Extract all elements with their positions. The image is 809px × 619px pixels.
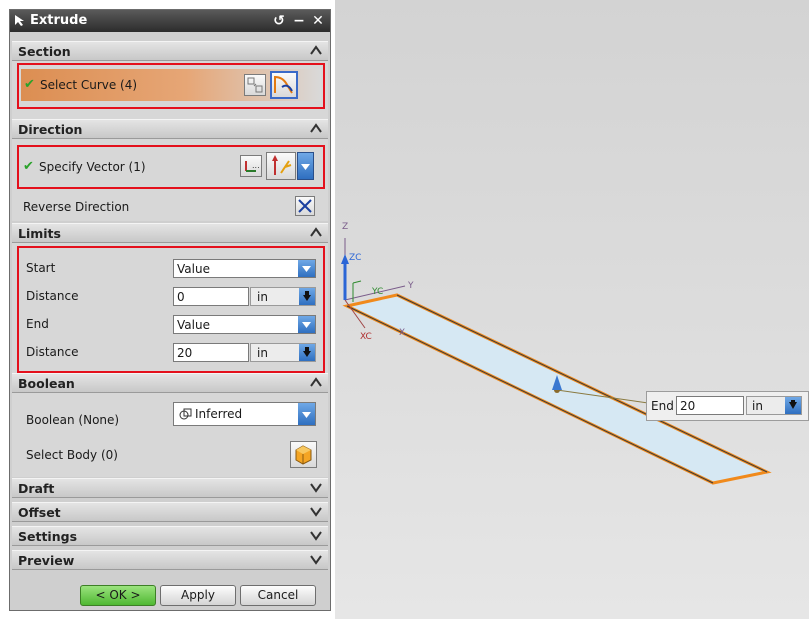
vector-dialog-button[interactable]: ... <box>240 155 262 177</box>
boolean-group-body: Boolean (None) Inferred Select Body (0) <box>12 393 328 477</box>
sketch-section-button[interactable] <box>244 74 266 96</box>
chevron-down-icon <box>298 260 315 277</box>
end-handle-input[interactable]: 20 <box>676 396 744 415</box>
end-handle-panel: End 20 in <box>646 391 809 421</box>
end-handle-unit[interactable]: in <box>746 396 802 415</box>
chevron-down-icon <box>310 531 322 541</box>
sketch-icon <box>247 77 263 93</box>
triad-xc-label: XC <box>360 332 372 342</box>
select-curve-label: Select Curve (4) <box>40 78 138 92</box>
select-body-button[interactable] <box>290 441 317 468</box>
start-distance-unit[interactable]: in <box>250 287 316 306</box>
triad-zc-label: ZC <box>349 253 362 263</box>
curve-rule-button[interactable] <box>270 71 298 99</box>
triad-z-label: Z <box>342 222 349 232</box>
solid-body-icon <box>295 445 312 465</box>
minimize-icon[interactable]: − <box>290 12 308 30</box>
chevron-down-icon <box>298 403 315 425</box>
cancel-button[interactable]: Cancel <box>240 585 316 606</box>
ok-button[interactable]: < OK > <box>80 585 156 606</box>
svg-text:...: ... <box>252 161 260 170</box>
boolean-select[interactable]: Inferred <box>173 402 316 426</box>
settings-group-header[interactable]: Settings <box>12 526 328 546</box>
section-group-body: ✔ Select Curve (4) <box>12 61 328 121</box>
inferred-boolean-icon <box>178 407 192 421</box>
inferred-vector-button[interactable] <box>266 152 296 180</box>
section-group-header[interactable]: Section <box>12 41 328 61</box>
chevron-down-icon <box>310 555 322 565</box>
triad-yc-label: YC <box>372 287 384 297</box>
triad-x-label: X <box>399 328 406 338</box>
chevron-up-icon <box>310 227 322 237</box>
dialog-titlebar[interactable]: Extrude ↺ − ✕ <box>10 10 330 32</box>
dialog-title: Extrude <box>30 13 88 28</box>
end-select[interactable]: Value <box>173 315 316 334</box>
down-arrow-icon <box>785 397 801 414</box>
draft-group-header[interactable]: Draft <box>12 478 328 498</box>
end-distance-unit[interactable]: in <box>250 343 316 362</box>
check-icon: ✔ <box>23 159 34 174</box>
extrude-dialog: Extrude ↺ − ✕ Section ✔ Select Curve (4)… <box>9 9 331 611</box>
end-label: End <box>26 317 49 331</box>
chevron-down-icon <box>310 483 322 493</box>
specify-vector-label[interactable]: Specify Vector (1) <box>39 160 146 174</box>
chevron-down-icon <box>310 507 322 517</box>
direction-group-header[interactable]: Direction <box>12 119 328 139</box>
end-distance-label: Distance <box>26 345 79 359</box>
chevron-down-icon <box>298 316 315 333</box>
preview-group-header[interactable]: Preview <box>12 550 328 570</box>
start-select[interactable]: Value <box>173 259 316 278</box>
limits-group-header[interactable]: Limits <box>12 223 328 243</box>
start-distance-input[interactable]: 0 <box>173 287 249 306</box>
chevron-up-icon <box>310 123 322 133</box>
reset-icon[interactable]: ↺ <box>270 12 288 30</box>
model-canvas <box>341 238 772 485</box>
cursor-icon <box>15 15 24 26</box>
reverse-direction-button[interactable] <box>295 196 315 216</box>
select-body-label: Select Body (0) <box>26 448 118 462</box>
boolean-group-header[interactable]: Boolean <box>12 373 328 393</box>
offset-group-header[interactable]: Offset <box>12 502 328 522</box>
vector-dialog-icon: ... <box>245 161 260 172</box>
select-curve-row[interactable]: ✔ Select Curve (4) <box>21 69 321 101</box>
curve-icon <box>274 75 293 94</box>
boolean-label: Boolean (None) <box>26 413 120 427</box>
triad-y-label: Y <box>408 281 414 291</box>
inferred-vector-icon <box>272 155 292 175</box>
end-handle-label: End <box>651 399 674 413</box>
apply-button[interactable]: Apply <box>160 585 236 606</box>
vector-type-dropdown[interactable] <box>297 152 314 180</box>
down-arrow-icon <box>299 288 315 305</box>
start-label: Start <box>26 261 56 275</box>
check-icon: ✔ <box>24 77 35 92</box>
chevron-down-icon <box>301 164 310 170</box>
close-icon[interactable]: ✕ <box>309 12 327 30</box>
down-arrow-icon <box>299 344 315 361</box>
chevron-up-icon <box>310 377 322 387</box>
reverse-direction-icon <box>298 199 312 213</box>
direction-group-body: ✔ Specify Vector (1) ... Reverse Directi… <box>12 139 328 221</box>
reverse-direction-label: Reverse Direction <box>23 200 130 214</box>
graphics-viewport[interactable]: Z ZC YC Y XC X End 20 in <box>335 0 809 619</box>
limits-group-body: Start Value Distance 0 in End Value Dist… <box>12 243 328 375</box>
start-distance-label: Distance <box>26 289 79 303</box>
end-distance-input[interactable]: 20 <box>173 343 249 362</box>
chevron-up-icon <box>310 45 322 55</box>
